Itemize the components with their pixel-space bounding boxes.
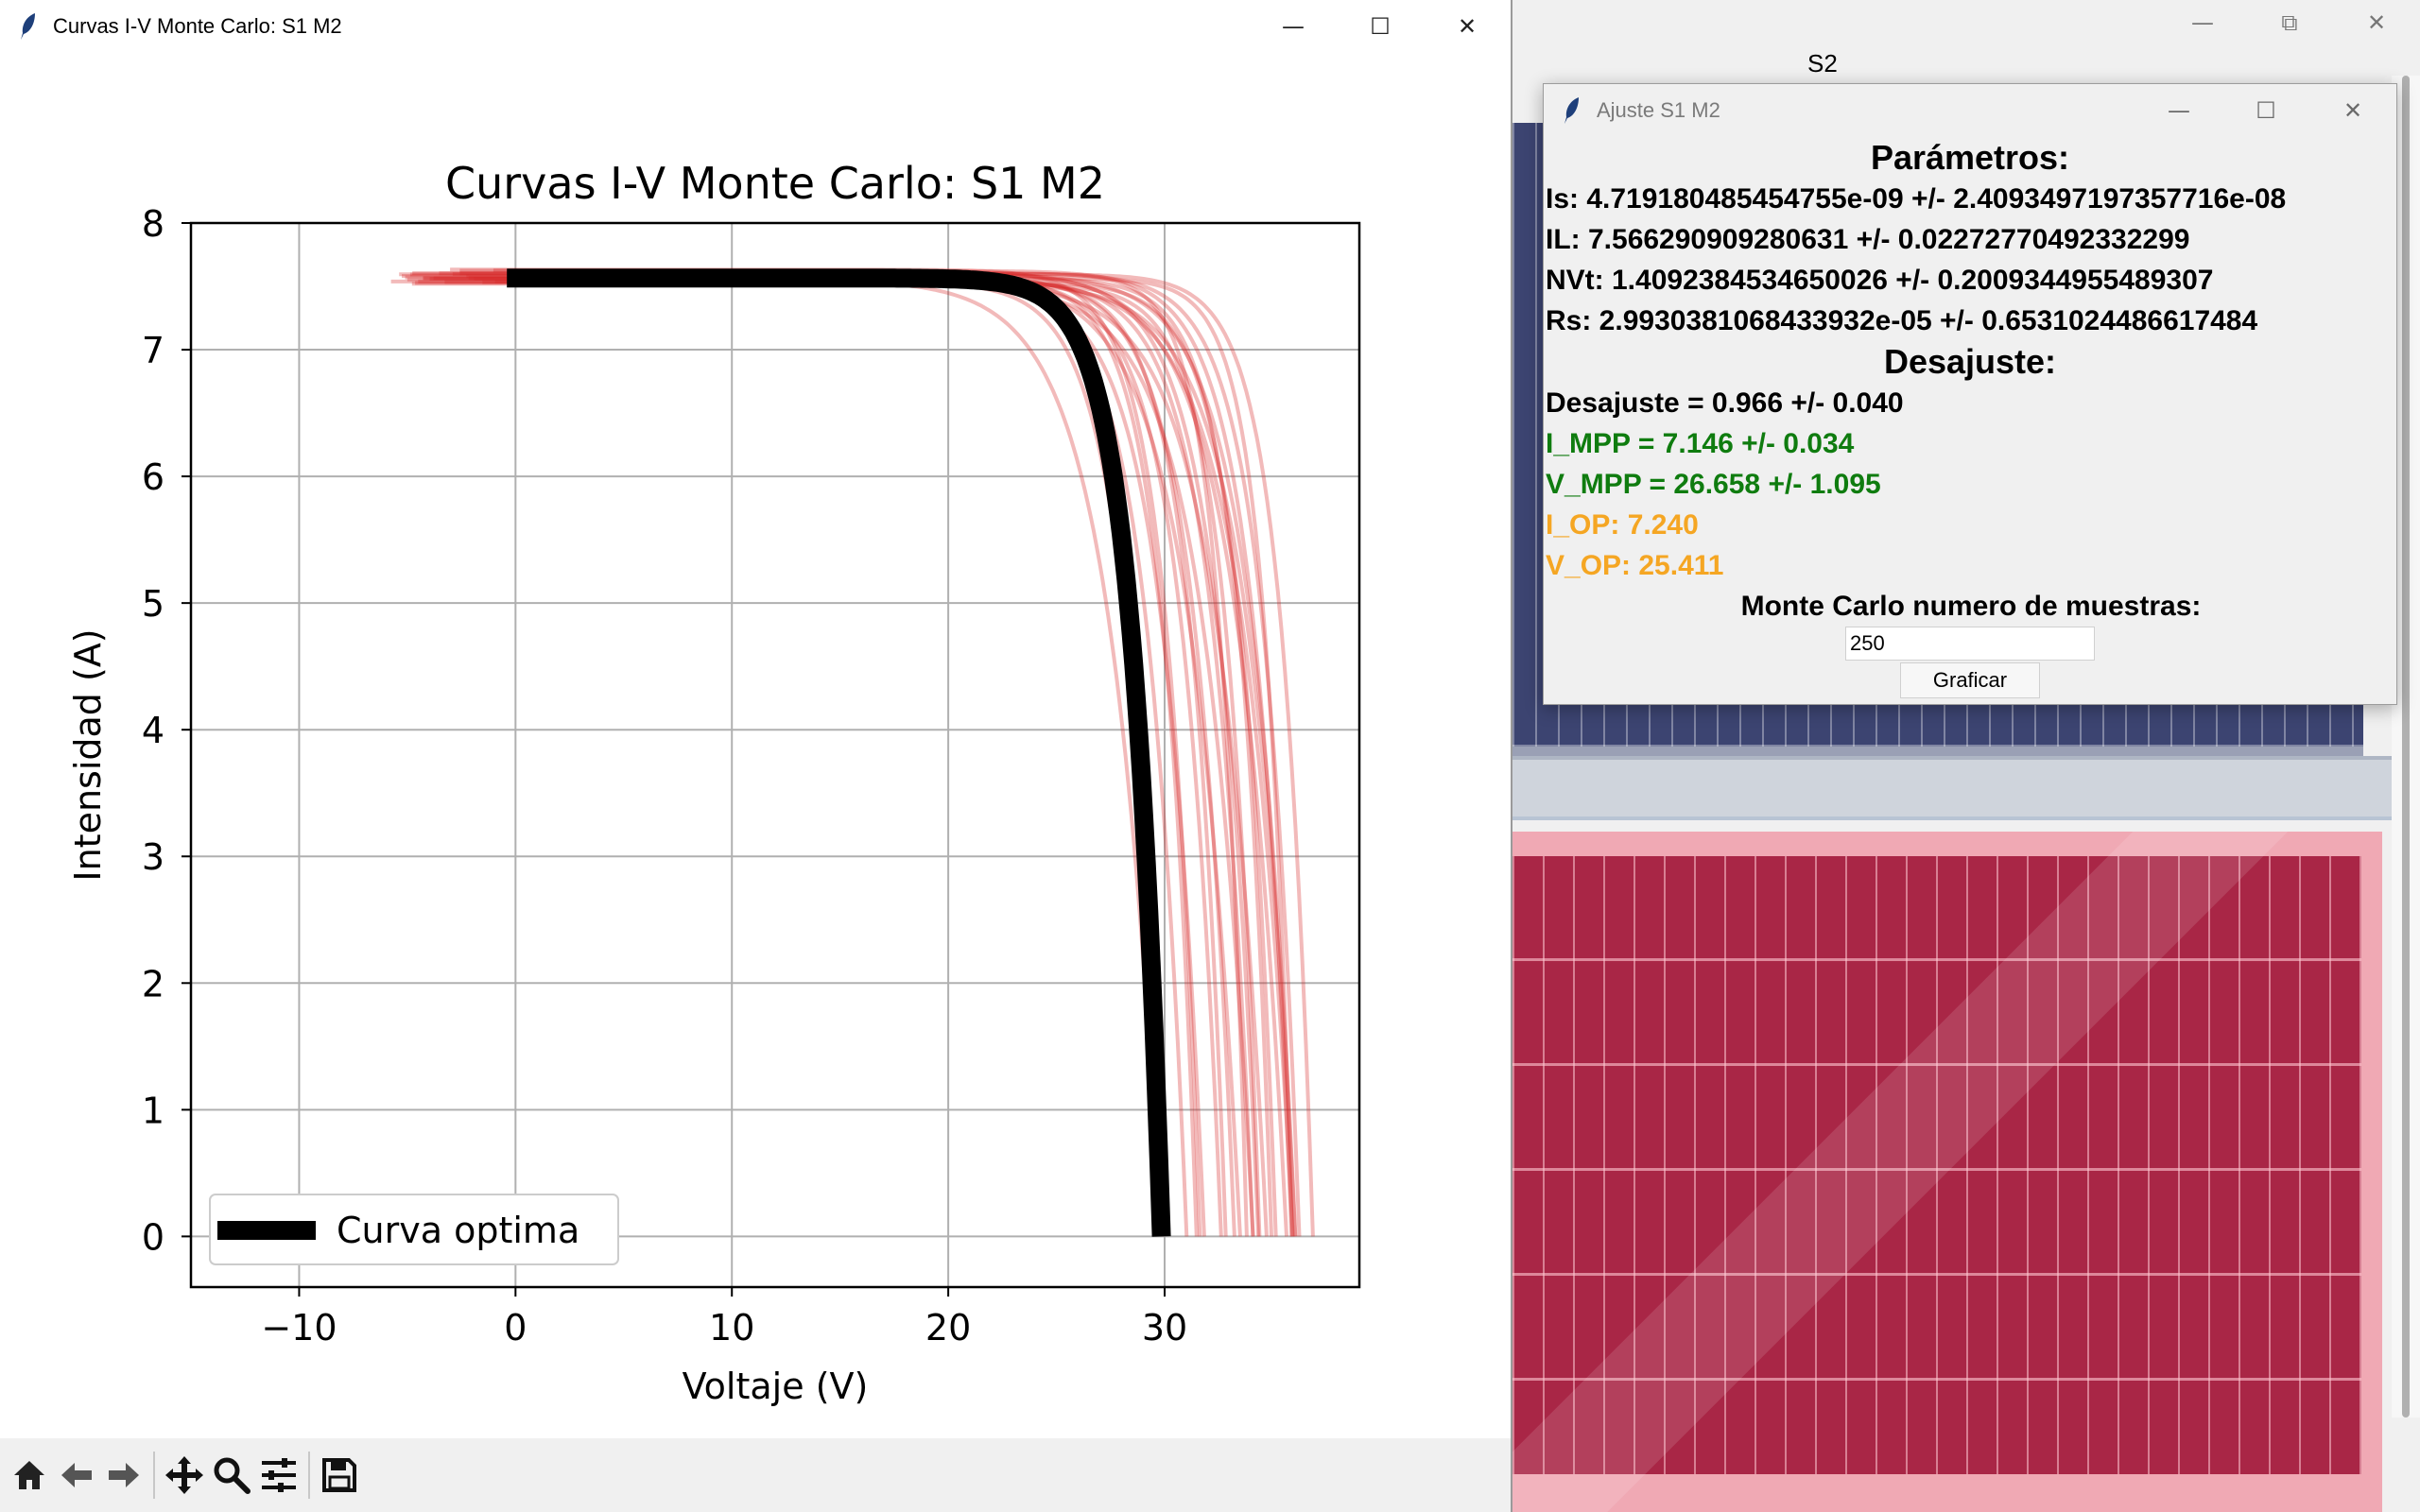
- il-value: IL: 7.566290909280631 +/- 0.022727704923…: [1546, 224, 2190, 255]
- y-tick-label: 4: [142, 710, 164, 751]
- parametros-header: Parámetros:: [1870, 138, 2070, 177]
- ajuste-window-title: Ajuste S1 M2: [1597, 98, 1720, 122]
- impp-value: I_MPP = 7.146 +/- 0.034: [1546, 428, 1855, 459]
- pan-move-icon[interactable]: [161, 1447, 208, 1503]
- ajuste-content: Parámetros: Is: 4.719180485454755e-09 +/…: [1544, 137, 2396, 698]
- x-tick-label: −10: [261, 1307, 337, 1349]
- x-tick-label: 10: [709, 1307, 754, 1349]
- monte-carlo-curve: [493, 268, 1288, 1237]
- y-tick-label: 0: [142, 1216, 164, 1258]
- vop-value: V_OP: 25.411: [1546, 550, 1724, 581]
- ajuste-title-bar[interactable]: Ajuste S1 M2 — ☐ ✕: [1544, 84, 2396, 137]
- configure-subplots-icon[interactable]: [255, 1447, 302, 1503]
- monte-carlo-curve: [390, 279, 1166, 1237]
- y-tick-label: 7: [142, 330, 164, 371]
- legend: Curva optima: [209, 1194, 619, 1265]
- save-floppy-icon[interactable]: [316, 1447, 363, 1503]
- samples-input[interactable]: [1845, 627, 2095, 661]
- y-tick-label: 2: [142, 963, 164, 1005]
- maximize-icon[interactable]: ☐: [2222, 84, 2309, 137]
- monte-carlo-curve: [444, 280, 1298, 1237]
- monte-carlo-curve: [402, 274, 1242, 1237]
- minimize-icon[interactable]: —: [2135, 84, 2222, 137]
- forward-arrow-icon[interactable]: [100, 1447, 147, 1503]
- feather-icon: [9, 8, 47, 45]
- nvt-value: NVt: 1.4092384534650026 +/- 0.2009344955…: [1546, 265, 2214, 296]
- minimize-icon[interactable]: —: [2159, 0, 2246, 45]
- chart-title: Curvas I-V Monte Carlo: S1 M2: [445, 158, 1105, 209]
- monte-carlo-curve: [433, 276, 1199, 1237]
- desajuste-value: Desajuste = 0.966 +/- 0.040: [1546, 387, 1904, 419]
- monte-carlo-curve: [409, 272, 1189, 1237]
- close-icon[interactable]: ✕: [1424, 0, 1511, 53]
- back-arrow-icon[interactable]: [53, 1447, 100, 1503]
- restore-icon[interactable]: ⧉: [2246, 0, 2333, 45]
- main-plot-window: Curvas I-V Monte Carlo: S1 M2 — ☐ ✕ −10 0…: [0, 0, 1512, 1512]
- y-tick-label: 3: [142, 836, 164, 878]
- close-icon[interactable]: ✕: [2333, 0, 2420, 45]
- solar-panel-image-selected[interactable]: [1512, 832, 2382, 1512]
- monte-carlo-curve: [450, 267, 1202, 1237]
- plot-canvas[interactable]: −10 0 10 20 30 0 1 2 3 4 5 6 7 8 Curvas I-V Monte Car…: [0, 53, 1511, 1438]
- graficar-button[interactable]: Graficar: [1900, 662, 2040, 698]
- legend-label: Curva optima: [337, 1210, 579, 1251]
- x-tick-label: 0: [504, 1307, 527, 1349]
- window-title: Curvas I-V Monte Carlo: S1 M2: [53, 14, 342, 38]
- y-tick-label: 6: [142, 456, 164, 498]
- monte-carlo-curve: [452, 272, 1298, 1237]
- montecarlo-label: Monte Carlo numero de muestras:: [1740, 591, 2202, 622]
- maximize-icon[interactable]: ☐: [1337, 0, 1424, 53]
- feather-icon: [1553, 92, 1591, 129]
- optimal-curve-layer: [507, 268, 1171, 1237]
- minimize-icon[interactable]: —: [1250, 0, 1337, 53]
- monte-carlo-curve: [459, 268, 1294, 1237]
- close-icon[interactable]: ✕: [2309, 84, 2396, 137]
- background-window-controls: — ⧉ ✕: [2159, 0, 2420, 45]
- s2-label: S2: [1807, 49, 1838, 77]
- home-icon[interactable]: [6, 1447, 53, 1503]
- y-tick-label: 1: [142, 1090, 164, 1131]
- monte-carlo-curve: [406, 277, 1163, 1237]
- x-tick-label: 20: [925, 1307, 971, 1349]
- optimal-curve: [507, 268, 1171, 1237]
- ajuste-dialog: Ajuste S1 M2 — ☐ ✕ Parámetros: Is: 4.719…: [1543, 83, 2397, 705]
- zoom-magnifier-icon[interactable]: [208, 1447, 255, 1503]
- desajuste-header: Desajuste:: [1883, 342, 2057, 381]
- iv-chart: −10 0 10 20 30 0 1 2 3 4 5 6 7 8 Curvas I-V Monte Car…: [67, 158, 1361, 1407]
- is-value: Is: 4.719180485454755e-09 +/- 2.40934971…: [1546, 183, 2287, 215]
- vmpp-value: V_MPP = 26.658 +/- 1.095: [1546, 469, 1881, 500]
- main-title-bar[interactable]: Curvas I-V Monte Carlo: S1 M2 — ☐ ✕: [0, 0, 1511, 53]
- monte-carlo-curve: [466, 274, 1236, 1237]
- y-tick-label: 8: [142, 203, 164, 245]
- rs-value: Rs: 2.9930381068433932e-05 +/- 0.6531024…: [1546, 305, 2258, 336]
- y-axis-label: Intensidad (A): [67, 628, 109, 881]
- matplotlib-toolbar: [0, 1438, 1511, 1512]
- iop-value: I_OP: 7.240: [1546, 509, 1699, 541]
- panel-divider: [1512, 756, 2420, 820]
- x-axis-label: Voltaje (V): [683, 1366, 869, 1407]
- monte-carlo-curves: [390, 267, 1315, 1237]
- y-tick-label: 5: [142, 583, 164, 625]
- x-tick-label: 30: [1142, 1307, 1187, 1349]
- monte-carlo-curve: [412, 271, 1302, 1237]
